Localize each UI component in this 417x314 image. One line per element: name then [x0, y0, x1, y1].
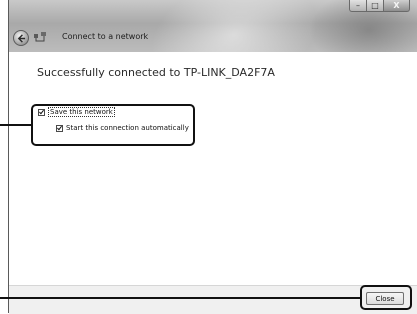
status-heading: Successfully connected to TP-LINK_DA2F7A: [37, 66, 275, 79]
maximize-button[interactable]: □: [367, 0, 384, 12]
back-button[interactable]: [13, 30, 29, 46]
minimize-button[interactable]: –: [349, 0, 367, 12]
maximize-icon: □: [371, 1, 379, 10]
back-arrow-icon: [17, 33, 25, 43]
callout-close-leader: [0, 297, 360, 299]
callout-options-box: [31, 104, 195, 146]
close-icon: X: [393, 1, 400, 10]
callout-close-box: [360, 285, 412, 310]
window-title: Connect to a network: [62, 32, 149, 41]
callout-options-leader: [0, 124, 31, 126]
network-icon: [34, 32, 46, 42]
window-controls: – □ X: [349, 0, 410, 13]
dialog-footer: [9, 285, 417, 314]
title-bar-glare: [137, 0, 331, 52]
close-window-button[interactable]: X: [384, 0, 410, 12]
title-bar: Connect to a network – □ X: [9, 0, 417, 52]
minimize-icon: –: [356, 1, 360, 10]
connect-network-window: Connect to a network – □ X Successfully …: [8, 0, 417, 314]
